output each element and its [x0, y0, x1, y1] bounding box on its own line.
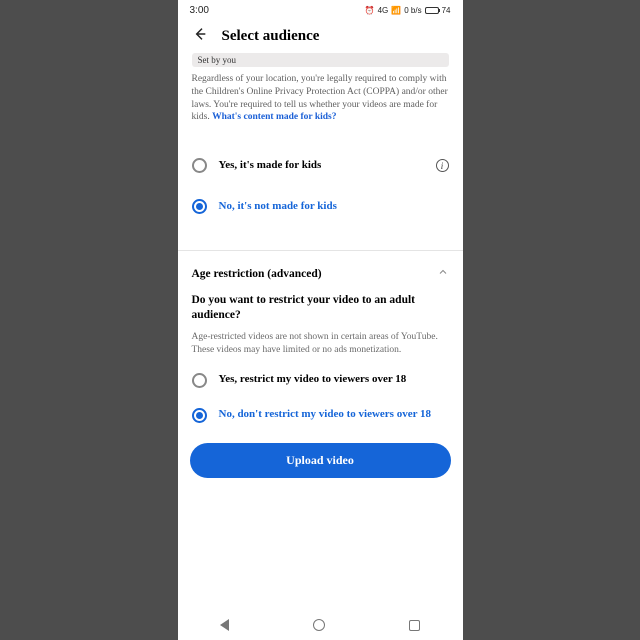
net-label: 4G	[378, 6, 389, 15]
coppa-link[interactable]: What's content made for kids?	[212, 112, 336, 122]
radio-selected-icon[interactable]	[192, 408, 207, 423]
nav-recent-icon[interactable]	[409, 620, 420, 631]
audience-no-label: No, it's not made for kids	[219, 200, 449, 214]
legal-notice: Regardless of your location, you're lega…	[178, 73, 463, 130]
age-restriction-header[interactable]: Age restriction (advanced)	[178, 251, 463, 293]
status-bar: 3:00 ⏰ 4G 📶 0 b/s 74	[178, 0, 463, 20]
battery-icon	[425, 7, 439, 14]
age-yes-label: Yes, restrict my video to viewers over 1…	[219, 373, 449, 387]
alarm-icon: ⏰	[365, 6, 375, 15]
page-title: Select audience	[222, 28, 320, 45]
set-by-you-chip: Set by you	[192, 53, 449, 67]
age-description: Age-restricted videos are not shown in c…	[178, 331, 463, 363]
speed-label: 0 b/s	[404, 6, 421, 15]
android-nav-bar	[178, 610, 463, 640]
chevron-up-icon[interactable]	[437, 265, 449, 283]
upload-video-button[interactable]: Upload video	[190, 443, 451, 478]
age-no-row[interactable]: No, don't restrict my video to viewers o…	[178, 398, 463, 433]
radio-unselected-icon[interactable]	[192, 373, 207, 388]
nav-back-icon[interactable]	[220, 619, 229, 631]
signal-icon: 📶	[391, 6, 401, 15]
battery-label: 74	[442, 6, 451, 15]
radio-selected-icon[interactable]	[192, 199, 207, 214]
age-no-label: No, don't restrict my video to viewers o…	[219, 408, 449, 422]
age-question: Do you want to restrict your video to an…	[178, 293, 463, 331]
back-arrow-icon[interactable]	[192, 26, 208, 47]
clock: 3:00	[190, 5, 209, 16]
radio-unselected-icon[interactable]	[192, 158, 207, 173]
nav-home-icon[interactable]	[313, 619, 325, 631]
info-icon[interactable]: i	[436, 159, 449, 172]
audience-yes-row[interactable]: Yes, it's made for kids i	[178, 148, 463, 183]
audience-yes-label: Yes, it's made for kids	[219, 159, 424, 173]
page-header: Select audience	[178, 20, 463, 49]
age-restriction-title: Age restriction (advanced)	[192, 268, 322, 280]
age-yes-row[interactable]: Yes, restrict my video to viewers over 1…	[178, 363, 463, 398]
phone-frame: 3:00 ⏰ 4G 📶 0 b/s 74 Select audience Set…	[178, 0, 463, 640]
audience-no-row[interactable]: No, it's not made for kids	[178, 189, 463, 224]
